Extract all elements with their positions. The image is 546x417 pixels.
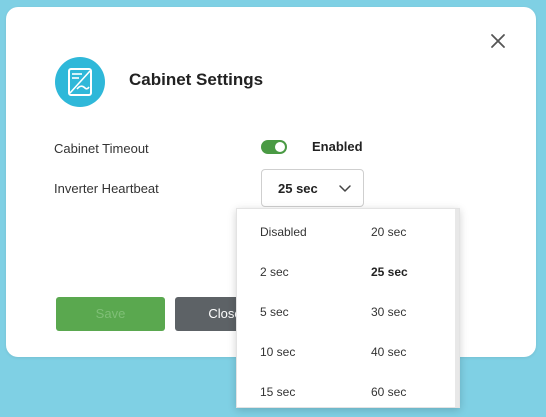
inverter-heartbeat-dropdown: Disabled 20 sec 2 sec 25 sec 5 sec 30 se… (236, 208, 460, 408)
option-10-sec[interactable]: 10 sec (260, 345, 295, 359)
cabinet-timeout-toggle[interactable] (261, 140, 287, 154)
inverter-heartbeat-label: Inverter Heartbeat (54, 181, 159, 196)
close-icon[interactable] (488, 31, 508, 51)
save-button[interactable]: Save (56, 297, 165, 331)
cabinet-timeout-label: Cabinet Timeout (54, 141, 149, 156)
toggle-knob (275, 142, 285, 152)
option-20-sec[interactable]: 20 sec (371, 225, 406, 239)
option-60-sec[interactable]: 60 sec (371, 385, 406, 399)
inverter-heartbeat-value: 25 sec (278, 181, 318, 196)
option-30-sec[interactable]: 30 sec (371, 305, 406, 319)
cabinet-settings-icon (55, 57, 105, 107)
inverter-heartbeat-select[interactable]: 25 sec (261, 169, 364, 207)
option-5-sec[interactable]: 5 sec (260, 305, 289, 319)
option-2-sec[interactable]: 2 sec (260, 265, 289, 279)
option-25-sec[interactable]: 25 sec (371, 265, 408, 279)
chevron-down-icon (339, 185, 351, 192)
dialog-title: Cabinet Settings (129, 70, 264, 89)
option-40-sec[interactable]: 40 sec (371, 345, 406, 359)
cabinet-timeout-state: Enabled (312, 139, 363, 154)
dropdown-scrollbar[interactable] (455, 209, 459, 407)
option-disabled[interactable]: Disabled (260, 225, 307, 239)
option-15-sec[interactable]: 15 sec (260, 385, 295, 399)
